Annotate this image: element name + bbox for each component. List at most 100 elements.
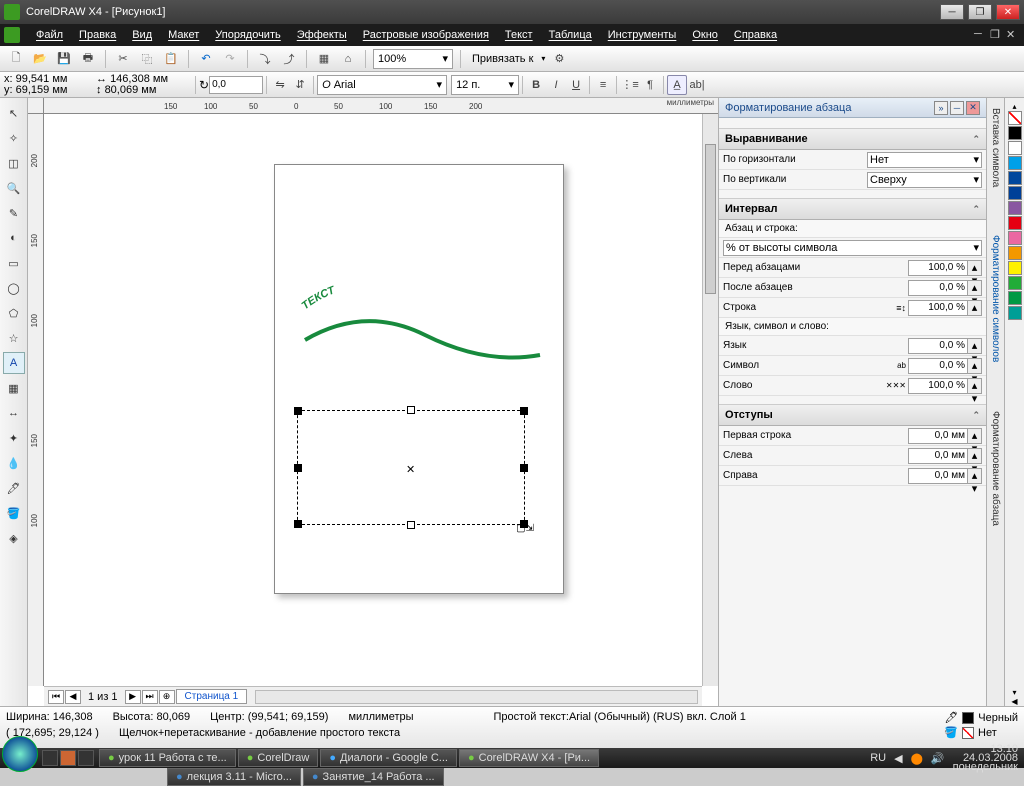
volume-icon[interactable]: 🔊 — [931, 752, 945, 765]
align-button[interactable]: ≡ — [593, 75, 613, 95]
import-button[interactable]: ⤵ — [255, 49, 275, 69]
palette-down-button[interactable]: ▾ — [1012, 688, 1016, 697]
pick-tool[interactable]: ↖ — [3, 102, 25, 124]
page[interactable]: ТЕКСТ ✕ ▢⇲ — [274, 164, 564, 594]
task-item[interactable]: ●урок 11 Работа с те... — [99, 749, 236, 767]
mirror-h-button[interactable]: ⇋ — [270, 75, 290, 95]
zoom-combo[interactable]: 100%▾ — [373, 49, 453, 69]
swatch[interactable] — [1008, 186, 1022, 200]
menu-layout[interactable]: Макет — [160, 27, 207, 43]
first-indent-input[interactable]: 0,0 мм — [908, 428, 968, 444]
crop-tool[interactable]: ◫ — [3, 152, 25, 174]
menu-arrange[interactable]: Упорядочить — [207, 27, 288, 43]
task-item[interactable]: ●лекция 3.11 - Micro... — [167, 768, 301, 786]
lang-spacing-input[interactable]: 0,0 % — [908, 338, 968, 354]
start-button[interactable] — [2, 736, 38, 772]
shape-tool[interactable]: ✧ — [3, 127, 25, 149]
table-tool[interactable]: ▦ — [3, 377, 25, 399]
ql-browser[interactable] — [60, 750, 76, 766]
language-indicator[interactable]: RU — [870, 752, 886, 764]
docker-close-button[interactable]: ✕ — [966, 101, 980, 115]
spacing-section-head[interactable]: Интервал — [725, 203, 778, 215]
add-page-button[interactable]: ⊕ — [159, 690, 175, 704]
open-button[interactable]: 📂 — [30, 49, 50, 69]
freehand-tool[interactable]: ✎ — [3, 202, 25, 224]
save-button[interactable]: 💾 — [54, 49, 74, 69]
undo-button[interactable]: ↶ — [196, 49, 216, 69]
text-tool[interactable]: A — [3, 352, 25, 374]
menu-bitmaps[interactable]: Растровые изображения — [355, 27, 497, 43]
eyedropper-tool[interactable]: 💧 — [3, 452, 25, 474]
rectangle-tool[interactable]: ▭ — [3, 252, 25, 274]
palette-flyout-button[interactable]: ◀ — [1011, 697, 1017, 706]
swatch[interactable] — [1008, 306, 1022, 320]
clock[interactable]: 13:10 24.03.2008 понедельник — [953, 745, 1018, 772]
task-item[interactable]: ●CorelDraw — [238, 749, 319, 767]
swatch[interactable] — [1008, 276, 1022, 290]
prev-page-button[interactable]: ◀ — [65, 690, 81, 704]
task-item[interactable]: ●Занятие_14 Работа ... — [303, 768, 444, 786]
ql-app[interactable] — [78, 750, 94, 766]
dropcap-button[interactable]: ¶ — [640, 75, 660, 95]
swatch-none[interactable] — [1008, 111, 1022, 125]
after-para-input[interactable]: 0,0 % — [908, 280, 968, 296]
dimension-tool[interactable]: ↔ — [3, 402, 25, 424]
welcome-button[interactable]: ⌂ — [338, 49, 358, 69]
swatch[interactable] — [1008, 261, 1022, 275]
swatch[interactable] — [1008, 291, 1022, 305]
print-button[interactable]: 🖶 — [78, 49, 98, 69]
maximize-button[interactable]: ❐ — [968, 4, 992, 20]
first-page-button[interactable]: ⏮ — [48, 690, 64, 704]
align-section-head[interactable]: Выравнивание — [725, 133, 808, 145]
artistic-text[interactable]: ТЕКСТ — [295, 250, 545, 400]
menu-help[interactable]: Справка — [726, 27, 785, 43]
polygon-tool[interactable]: ⬠ — [3, 302, 25, 324]
menu-file[interactable]: Файл — [28, 27, 71, 43]
char-format-button[interactable]: A̲ — [667, 75, 687, 95]
last-page-button[interactable]: ⏭ — [142, 690, 158, 704]
palette-up-button[interactable]: ▴ — [1012, 102, 1016, 111]
smartfill-tool[interactable]: ◐ — [3, 227, 25, 249]
vertical-scrollbar[interactable] — [702, 114, 718, 686]
ql-desktop[interactable] — [42, 750, 58, 766]
export-button[interactable]: ⤴ — [279, 49, 299, 69]
vtab-para-format[interactable]: Форматирование абзаца — [989, 407, 1002, 530]
app-launcher-button[interactable]: ▦ — [314, 49, 334, 69]
menu-text[interactable]: Текст — [497, 27, 541, 43]
font-size-combo[interactable]: 12 п.▾ — [451, 75, 519, 95]
outline-tool[interactable]: 🖊 — [3, 477, 25, 499]
swatch[interactable] — [1008, 231, 1022, 245]
mdi-minimize[interactable]: ─ — [974, 28, 988, 42]
task-item[interactable]: ●Диалоги - Google C... — [320, 749, 457, 767]
vert-align-combo[interactable]: Сверху▾ — [867, 172, 982, 188]
ruler-horizontal[interactable]: миллиметры 150 100 50 0 50 100 150 200 — [44, 98, 718, 114]
swatch[interactable] — [1008, 246, 1022, 260]
task-item-active[interactable]: ●CorelDRAW X4 - [Ри... — [459, 749, 599, 767]
new-button[interactable]: 🗋 — [6, 49, 26, 69]
bullets-button[interactable]: ⋮≡ — [620, 75, 640, 95]
font-combo[interactable]: O Arial▾ — [317, 75, 447, 95]
redo-button[interactable]: ↷ — [220, 49, 240, 69]
bold-button[interactable]: B — [526, 75, 546, 95]
underline-button[interactable]: U — [566, 75, 586, 95]
zoom-tool[interactable]: 🔍 — [3, 177, 25, 199]
line-spacing-input[interactable]: 100,0 % — [908, 300, 968, 316]
page-tab[interactable]: Страница 1 — [176, 689, 248, 704]
basic-shapes-tool[interactable]: ☆ — [3, 327, 25, 349]
text-flow-icon[interactable]: ▢⇲ — [516, 523, 534, 534]
edit-text-button[interactable]: ab| — [687, 75, 707, 95]
menu-tools[interactable]: Инструменты — [600, 27, 685, 43]
docker-collapse-button[interactable]: » — [934, 101, 948, 115]
swatch[interactable] — [1008, 126, 1022, 140]
swatch[interactable] — [1008, 201, 1022, 215]
text-frame-selection[interactable]: ✕ ▢⇲ — [297, 410, 525, 525]
swatch[interactable] — [1008, 171, 1022, 185]
rotation-input[interactable] — [209, 76, 263, 94]
cut-button[interactable]: ✂ — [113, 49, 133, 69]
snap-label[interactable]: Привязать к — [468, 53, 537, 65]
copy-button[interactable]: ⿻ — [137, 49, 157, 69]
mirror-v-button[interactable]: ⇵ — [290, 75, 310, 95]
canvas-area[interactable]: миллиметры 150 100 50 0 50 100 150 200 2… — [28, 98, 718, 706]
left-indent-input[interactable]: 0,0 мм — [908, 448, 968, 464]
before-spinner[interactable]: ▴▾ — [968, 260, 982, 276]
